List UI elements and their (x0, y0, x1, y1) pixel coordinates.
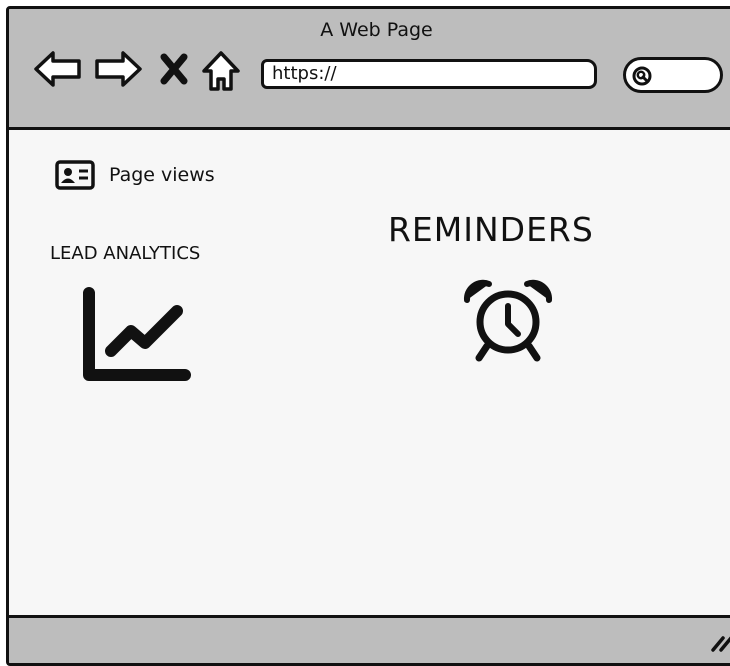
search-input[interactable] (623, 57, 723, 93)
browser-toolbar: A Web Page https:// (9, 9, 730, 130)
resize-grip-icon[interactable] (709, 632, 730, 652)
close-x-icon[interactable] (159, 53, 189, 85)
line-chart-icon[interactable] (81, 287, 191, 385)
window-title: A Web Page (320, 19, 433, 41)
lead-analytics-heading: LEAD ANALYTICS (50, 243, 201, 264)
reminders-heading: REMINDERS (388, 210, 594, 249)
status-bar (9, 615, 730, 663)
home-icon[interactable] (201, 49, 241, 93)
search-icon (632, 66, 652, 86)
id-card-icon (55, 160, 95, 190)
alarm-clock-icon[interactable] (461, 278, 555, 364)
forward-arrow-icon[interactable] (93, 49, 143, 89)
page-content: Page views LEAD ANALYTICS REMINDERS (9, 130, 730, 618)
browser-window: A Web Page https:// Page views LEAD ANAL… (6, 6, 730, 666)
page-views-label: Page views (109, 164, 215, 186)
page-views-link[interactable]: Page views (55, 160, 215, 190)
back-arrow-icon[interactable] (33, 49, 83, 89)
url-input[interactable]: https:// (261, 59, 597, 89)
